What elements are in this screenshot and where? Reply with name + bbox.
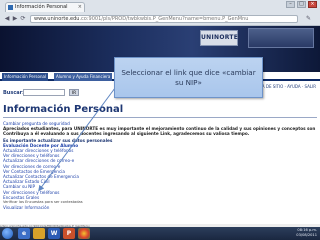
main-content: Cambiar pregunta de seguridad Apreciados… — [3, 121, 317, 210]
title-divider — [3, 117, 317, 118]
system-clock: 08:16 p.m. 03/08/2011 — [296, 228, 317, 238]
start-button[interactable] — [2, 228, 13, 239]
address-bar[interactable]: www.uninorte.edu.co:9001/pls/PROD/twbkwb… — [30, 15, 298, 23]
university-logo: UNINORTE — [200, 30, 238, 46]
search-input[interactable] — [23, 89, 65, 96]
ie-taskbar-icon[interactable]: e — [18, 228, 30, 239]
close-window-button[interactable]: × — [308, 1, 317, 8]
search-go-button[interactable]: IR — [69, 89, 79, 96]
clock-date: 03/08/2011 — [296, 233, 317, 237]
url-host: www.uninorte.edu — [34, 16, 80, 22]
search-label: Buscar: — [3, 90, 25, 96]
link-visualizar-informacion[interactable]: Visualizar Información — [3, 205, 317, 210]
window-controls: – □ × — [286, 1, 317, 8]
browser-tab[interactable]: Información Personal × — [5, 2, 85, 12]
taskbar: e W P 08:16 p.m. 03/08/2011 — [0, 227, 320, 240]
browser-chrome: Información Personal × – □ × ◀ ▶ ⟳ www.u… — [0, 0, 320, 26]
folder-taskbar-icon[interactable] — [33, 228, 45, 239]
nav-row: ◀ ▶ ⟳ www.uninorte.edu.co:9001/pls/PROD/… — [0, 13, 320, 25]
wrench-icon[interactable]: ✎ — [306, 15, 314, 23]
maximize-button[interactable]: □ — [297, 1, 306, 8]
chrome-taskbar-icon[interactable] — [78, 228, 90, 239]
powerpoint-taskbar-icon[interactable]: P — [63, 228, 75, 239]
menu-item-alumno[interactable]: Alumno y Ayuda Financiera — [54, 73, 113, 81]
instruction-callout: Seleccionar el link que dice «cambiar su… — [114, 57, 263, 98]
menu-item-informacion-personal[interactable]: Información Personal — [2, 73, 49, 81]
minimize-button[interactable]: – — [286, 1, 295, 8]
intro-text-2: Contribuya a él evaluando a sus docentes… — [3, 131, 250, 137]
campus-image — [248, 28, 314, 48]
url-path: .co:9001/pls/PROD/twbkwbis.P_GenMenu?nam… — [79, 16, 249, 22]
favicon-icon — [8, 5, 13, 10]
callout-text: Seleccionar el link que dice «cambiar su… — [121, 68, 256, 87]
tab-close-icon[interactable]: × — [78, 3, 82, 12]
reload-button[interactable]: ⟳ — [19, 15, 27, 23]
back-button[interactable]: ◀ — [3, 15, 11, 23]
word-taskbar-icon[interactable]: W — [48, 228, 60, 239]
page-title: Información Personal — [3, 104, 124, 115]
forward-button[interactable]: ▶ — [11, 15, 19, 23]
tab-title: Información Personal — [15, 4, 68, 10]
